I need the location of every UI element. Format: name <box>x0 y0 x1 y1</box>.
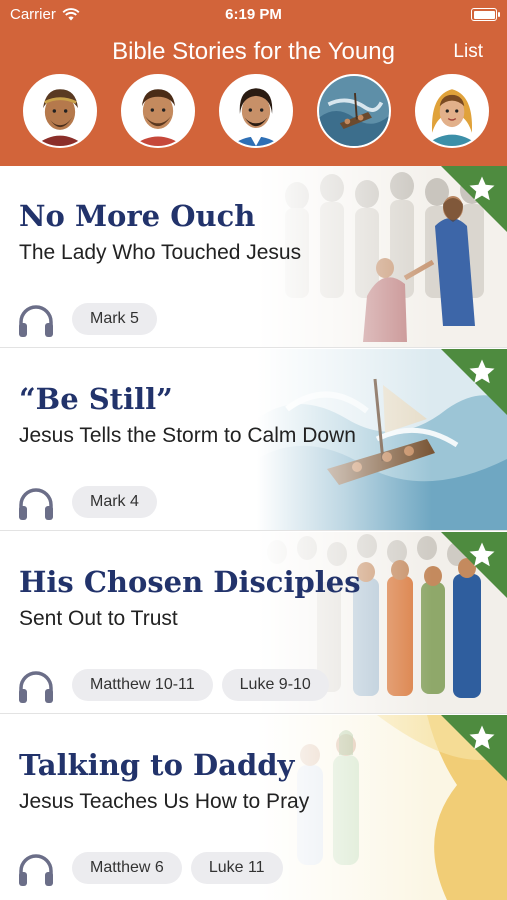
story-subtitle: Jesus Teaches Us How to Pray <box>19 790 310 813</box>
star-icon[interactable] <box>467 357 497 387</box>
reference-chip[interactable]: Luke 11 <box>190 852 283 884</box>
story-card[interactable]: No More Ouch The Lady Who Touched Jesus … <box>0 166 507 348</box>
status-bar: Carrier 6:19 PM <box>0 0 507 30</box>
app-header: Carrier 6:19 PM Bible Stories for the Yo… <box>0 0 507 166</box>
story-subtitle: Sent Out to Trust <box>19 607 178 630</box>
battery-icon <box>471 8 500 21</box>
character-avatar-3[interactable] <box>219 74 293 148</box>
reference-chips: Mark 5 <box>72 303 157 335</box>
reference-chip[interactable]: Matthew 6 <box>72 852 182 884</box>
story-card[interactable]: His Chosen Disciples Sent Out to Trust M… <box>0 532 507 714</box>
headphones-icon[interactable] <box>16 668 56 704</box>
character-avatar-4[interactable] <box>317 74 391 148</box>
reference-chip[interactable]: Matthew 10-11 <box>72 669 213 701</box>
character-avatar-1[interactable] <box>23 74 97 148</box>
headphones-icon[interactable] <box>16 485 56 521</box>
reference-chips: Mark 4 <box>72 486 157 518</box>
star-icon[interactable] <box>467 174 497 204</box>
story-card[interactable]: “Be Still” Jesus Tells the Storm to Calm… <box>0 349 507 531</box>
status-time: 6:19 PM <box>225 6 282 23</box>
reference-chip[interactable]: Mark 5 <box>72 303 157 335</box>
story-title: His Chosen Disciples <box>19 565 361 599</box>
reference-chips: Matthew 6 Luke 11 <box>72 852 283 884</box>
app-title: Bible Stories for the Young <box>112 38 395 65</box>
star-icon[interactable] <box>467 723 497 753</box>
reference-chips: Matthew 10-11 Luke 9-10 <box>72 669 329 701</box>
story-title: No More Ouch <box>19 199 256 233</box>
character-avatar-5[interactable] <box>415 74 489 148</box>
star-icon[interactable] <box>467 540 497 570</box>
headphones-icon[interactable] <box>16 851 56 887</box>
story-title: Talking to Daddy <box>19 748 295 782</box>
reference-chip[interactable]: Mark 4 <box>72 486 157 518</box>
character-avatar-2[interactable] <box>121 74 195 148</box>
character-avatar-row <box>0 74 507 152</box>
headphones-icon[interactable] <box>16 302 56 338</box>
story-card[interactable]: Talking to Daddy Jesus Teaches Us How to… <box>0 715 507 900</box>
story-subtitle: Jesus Tells the Storm to Calm Down <box>19 424 356 447</box>
story-title: “Be Still” <box>19 382 173 416</box>
list-button[interactable]: List <box>453 41 483 63</box>
reference-chip[interactable]: Luke 9-10 <box>221 669 329 701</box>
story-subtitle: The Lady Who Touched Jesus <box>19 241 302 264</box>
